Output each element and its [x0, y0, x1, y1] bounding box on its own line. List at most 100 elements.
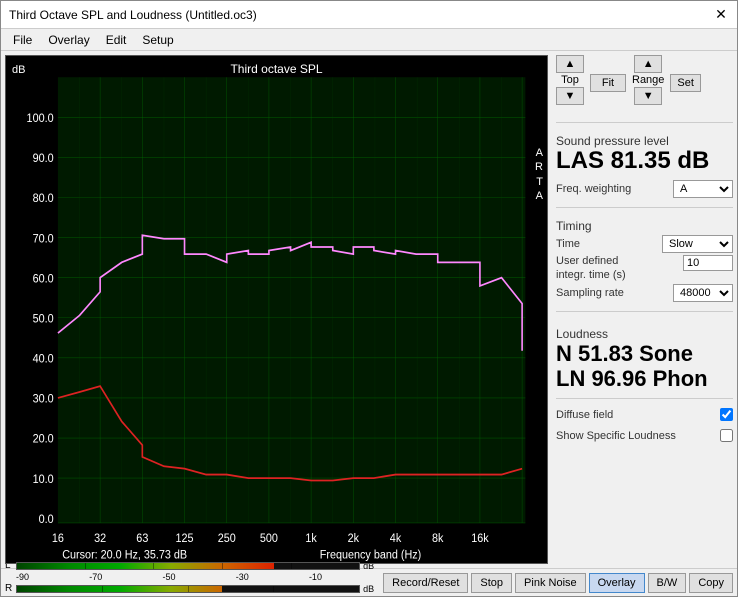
fit-group: Fit — [590, 55, 626, 111]
record-reset-button[interactable]: Record/Reset — [383, 573, 468, 593]
show-specific-row: Show Specific Loudness — [556, 429, 733, 442]
range-down-button[interactable]: ▼ — [634, 87, 662, 105]
svg-text:30.0: 30.0 — [33, 393, 54, 406]
top-down-button[interactable]: ▼ — [556, 87, 584, 105]
overlay-button[interactable]: Overlay — [589, 573, 645, 593]
spl-section-label: Sound pressure level — [556, 134, 733, 148]
svg-text:Cursor: 20.0 Hz, 35.73 dB: Cursor: 20.0 Hz, 35.73 dB — [62, 549, 187, 562]
range-label: Range — [632, 74, 664, 86]
svg-text:125: 125 — [176, 532, 194, 545]
menu-overlay[interactable]: Overlay — [40, 31, 97, 49]
diffuse-field-checkbox[interactable] — [720, 408, 733, 421]
chart-title: Third octave SPL — [230, 62, 322, 76]
copy-button[interactable]: Copy — [689, 573, 733, 593]
loudness-section-label: Loudness — [556, 327, 733, 341]
timing-section-label: Timing — [556, 219, 733, 233]
fit-button[interactable]: Fit — [590, 74, 626, 92]
time-row: Time SlowFastImpulseUser def. — [556, 235, 733, 253]
svg-text:20.0: 20.0 — [33, 433, 54, 446]
divider-1 — [556, 122, 733, 123]
svg-text:0.0: 0.0 — [39, 514, 54, 527]
main-content: Third octave SPL dB ARTA — [1, 51, 737, 568]
range-group: ▲ Range ▼ — [632, 55, 664, 111]
integr-label: User defined integr. time (s) — [556, 255, 646, 281]
svg-text:80.0: 80.0 — [33, 193, 54, 206]
r-meter-row: R dB — [5, 583, 379, 594]
freq-weighting-row: Freq. weighting ABCZ — [556, 180, 733, 198]
r-meter-track — [16, 585, 360, 593]
loudness-section: Loudness N 51.83 Sone LN 96.96 Phon — [556, 323, 733, 392]
main-window: Third Octave SPL and Loudness (Untitled.… — [0, 0, 738, 597]
bottom-buttons: Record/Reset Stop Pink Noise Overlay B/W… — [383, 573, 733, 593]
svg-text:16: 16 — [52, 532, 64, 545]
window-title: Third Octave SPL and Loudness (Untitled.… — [9, 8, 257, 22]
show-specific-checkbox[interactable] — [720, 429, 733, 442]
svg-text:250: 250 — [218, 532, 236, 545]
svg-text:Frequency band (Hz): Frequency band (Hz) — [320, 549, 422, 562]
pink-noise-button[interactable]: Pink Noise — [515, 573, 586, 593]
bottom-bar: L dB -90 -70 — [1, 568, 737, 596]
top-up-button[interactable]: ▲ — [556, 55, 584, 73]
spl-section: Sound pressure level LAS 81.35 dB — [556, 130, 733, 174]
sampling-select[interactable]: 441004800096000 — [673, 284, 733, 302]
diffuse-field-label: Diffuse field — [556, 409, 613, 421]
svg-text:50.0: 50.0 — [33, 313, 54, 326]
level-meters: L dB -90 -70 — [5, 560, 379, 597]
freq-weighting-select[interactable]: ABCZ — [673, 180, 733, 198]
top-label: Top — [561, 74, 579, 86]
set-group: Set — [670, 55, 701, 111]
menu-setup[interactable]: Setup — [134, 31, 181, 49]
freq-weighting-label: Freq. weighting — [556, 183, 631, 195]
l-meter-ticks — [17, 563, 359, 569]
meters-container: L dB -90 -70 — [5, 560, 379, 597]
l-tick-labels: -90 -70 -50 -30 -10 — [5, 572, 379, 582]
l-meter-track — [16, 562, 360, 570]
close-button[interactable]: ✕ — [713, 7, 729, 23]
svg-text:1k: 1k — [305, 532, 317, 545]
bw-button[interactable]: B/W — [648, 573, 687, 593]
nav-controls: ▲ Top ▼ Fit ▲ Range ▼ Set — [556, 55, 733, 111]
svg-text:100.0: 100.0 — [27, 113, 54, 126]
r-label: R — [5, 583, 13, 594]
svg-text:2k: 2k — [348, 532, 360, 545]
svg-text:16k: 16k — [471, 532, 489, 545]
title-bar: Third Octave SPL and Loudness (Untitled.… — [1, 1, 737, 29]
chart-svg: 100.0 90.0 80.0 70.0 60.0 50.0 40.0 30.0… — [6, 56, 547, 563]
spl-value: LAS 81.35 dB — [556, 148, 733, 174]
time-select[interactable]: SlowFastImpulseUser def. — [662, 235, 733, 253]
svg-text:60.0: 60.0 — [33, 273, 54, 286]
divider-2 — [556, 207, 733, 208]
svg-text:8k: 8k — [432, 532, 444, 545]
timing-section: Timing Time SlowFastImpulseUser def. Use… — [556, 215, 733, 303]
diffuse-field-row: Diffuse field — [556, 408, 733, 421]
svg-text:32: 32 — [94, 532, 106, 545]
loudness-ln-value: LN 96.96 Phon — [556, 366, 733, 391]
svg-text:4k: 4k — [390, 532, 402, 545]
r-meter-ticks — [17, 586, 359, 592]
stop-button[interactable]: Stop — [471, 573, 512, 593]
loudness-n-value: N 51.83 Sone — [556, 341, 733, 366]
integr-row: User defined integr. time (s) — [556, 255, 733, 281]
integr-input[interactable] — [683, 255, 733, 271]
menu-file[interactable]: File — [5, 31, 40, 49]
show-specific-label: Show Specific Loudness — [556, 430, 676, 442]
svg-text:90.0: 90.0 — [33, 153, 54, 166]
divider-4 — [556, 398, 733, 399]
chart-area: Third octave SPL dB ARTA — [5, 55, 548, 564]
divider-3 — [556, 311, 733, 312]
svg-text:63: 63 — [136, 532, 148, 545]
sampling-row: Sampling rate 441004800096000 — [556, 284, 733, 302]
svg-text:10.0: 10.0 — [33, 473, 54, 486]
l-meter-row: L dB — [5, 560, 379, 571]
menu-bar: File Overlay Edit Setup — [1, 29, 737, 51]
set-button[interactable]: Set — [670, 74, 701, 92]
svg-text:40.0: 40.0 — [33, 353, 54, 366]
right-panel: ▲ Top ▼ Fit ▲ Range ▼ Set — [552, 51, 737, 568]
menu-edit[interactable]: Edit — [98, 31, 135, 49]
svg-text:70.0: 70.0 — [33, 233, 54, 246]
sampling-label: Sampling rate — [556, 287, 624, 299]
top-group: ▲ Top ▼ — [556, 55, 584, 111]
r-unit: dB — [363, 584, 379, 594]
range-up-button[interactable]: ▲ — [634, 55, 662, 73]
time-label: Time — [556, 238, 580, 250]
